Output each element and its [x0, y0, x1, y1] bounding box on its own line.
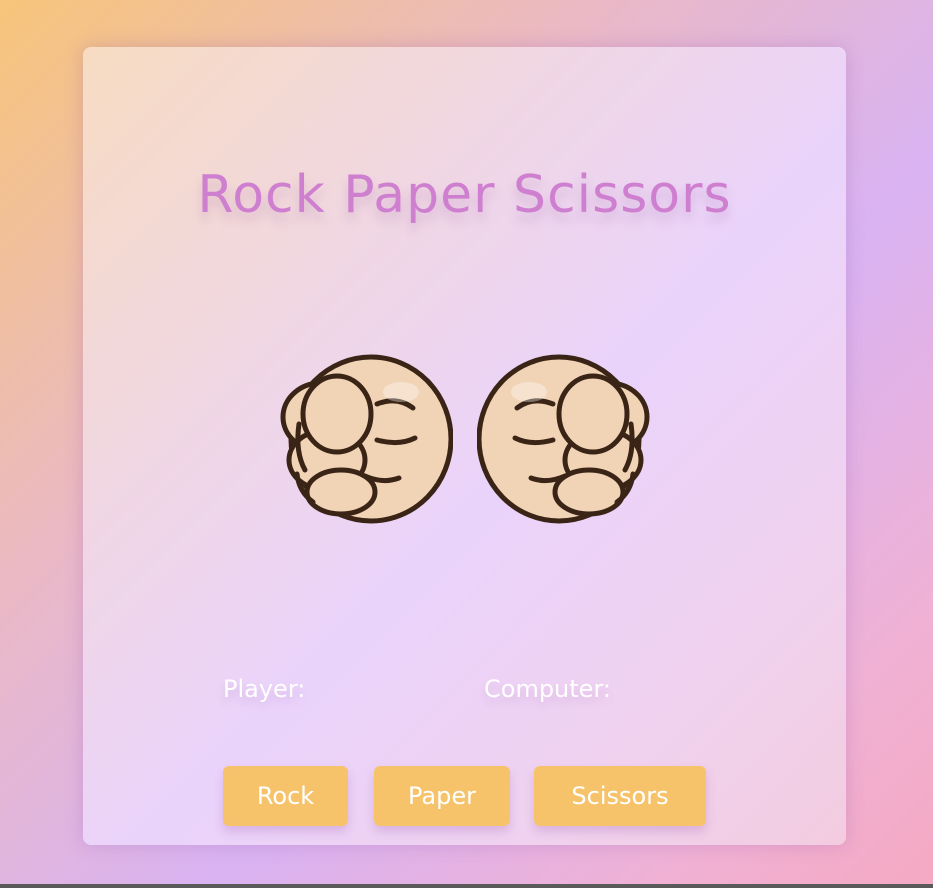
scissors-button[interactable]: Scissors [534, 766, 706, 826]
scoreboard: Player: Computer: [83, 675, 846, 711]
computer-fist-icon [477, 354, 650, 524]
game-card: Rock Paper Scissors Player: Computer: Ro… [83, 47, 846, 845]
player-score-label: Player: [223, 675, 306, 703]
page-title: Rock Paper Scissors [197, 165, 732, 225]
computer-score-label: Computer: [484, 675, 611, 703]
paper-button[interactable]: Paper [374, 766, 510, 826]
player-fist-icon [280, 354, 453, 524]
rock-button[interactable]: Rock [223, 766, 348, 826]
hands-display [279, 352, 653, 527]
window-bottom-edge [0, 884, 933, 888]
